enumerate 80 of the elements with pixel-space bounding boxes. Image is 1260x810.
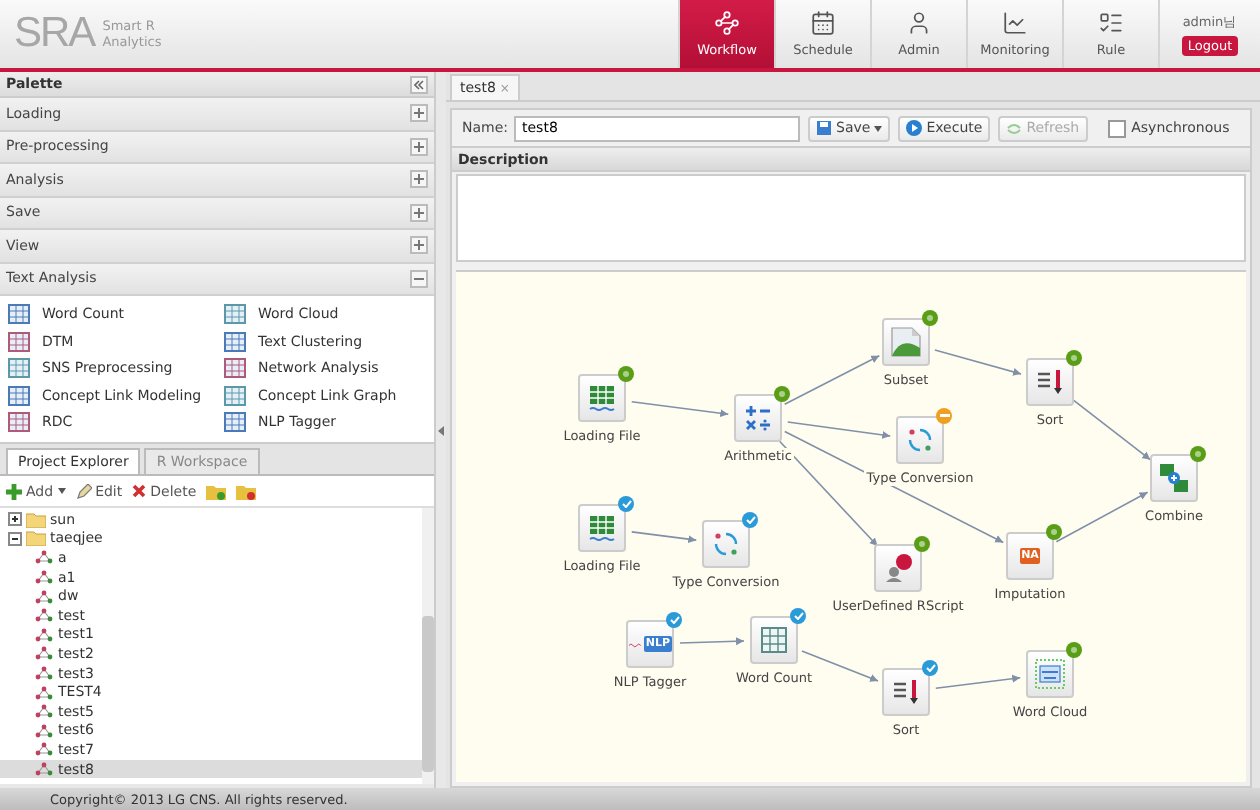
plus-icon <box>414 207 424 218</box>
node-graph-icon <box>34 589 54 604</box>
grid-icon <box>224 358 246 379</box>
plus-icon <box>6 483 22 499</box>
grid-icon <box>8 358 30 379</box>
node-graph-icon <box>34 627 54 642</box>
minus-icon <box>414 273 424 284</box>
close-icon <box>132 484 147 498</box>
grid-icon <box>224 304 246 325</box>
cycle-icon <box>712 530 740 558</box>
expand-toggle[interactable] <box>410 170 428 189</box>
line-chart-icon <box>1002 10 1028 36</box>
arithmetic-icon <box>744 404 772 432</box>
grid-icon <box>8 331 30 352</box>
expand-toggle[interactable] <box>410 236 428 255</box>
floppy-icon <box>816 120 832 136</box>
node-graph-icon <box>34 704 54 719</box>
node-graph-icon <box>34 762 54 777</box>
refresh-icon <box>1006 121 1023 135</box>
connector-arrow <box>630 401 730 418</box>
play-circle-icon <box>906 120 923 136</box>
checkbox[interactable] <box>1107 119 1126 137</box>
node-graph-icon <box>34 550 54 565</box>
node-graph-icon <box>34 685 54 700</box>
grid-icon <box>8 385 30 406</box>
table-plus-icon <box>1158 462 1190 494</box>
expand-toggle[interactable] <box>410 203 428 222</box>
grid-icon <box>8 304 30 325</box>
plus-box-icon[interactable] <box>8 512 22 527</box>
grid-icon <box>224 412 246 433</box>
node-graph-icon <box>34 742 54 757</box>
wave-icon <box>628 639 644 649</box>
caret-icon <box>57 488 66 494</box>
checklist-icon <box>1098 10 1124 36</box>
grid-icon <box>8 412 30 433</box>
image-icon <box>890 326 922 358</box>
expand-toggle[interactable] <box>410 104 428 123</box>
calendar-icon <box>810 10 836 36</box>
collapse-arrow-icon[interactable] <box>438 425 444 435</box>
grid-icon <box>760 626 788 654</box>
expand-toggle[interactable] <box>410 269 428 288</box>
grid-icon <box>224 385 246 406</box>
cycle-icon <box>906 426 934 454</box>
plus-icon <box>414 141 424 152</box>
minus-box-icon[interactable] <box>8 531 22 546</box>
folder-icon <box>236 483 257 499</box>
sort-icon <box>1036 368 1064 396</box>
expand-toggle[interactable] <box>410 137 428 156</box>
grid-icon <box>224 331 246 352</box>
logo: SRA <box>14 10 95 58</box>
caret-icon <box>874 125 883 131</box>
node-graph-icon <box>34 666 54 681</box>
collapse-button[interactable] <box>410 75 428 93</box>
plus-icon <box>414 174 424 185</box>
connector-arrow <box>934 674 1022 690</box>
scrollbar-thumb[interactable] <box>422 616 434 772</box>
folder-add-button[interactable] <box>206 483 227 499</box>
pencil-icon <box>75 483 92 499</box>
node-graph-icon <box>34 646 54 661</box>
connector-arrow <box>630 531 698 544</box>
connector-arrow <box>934 349 1022 376</box>
person-bubble-icon <box>882 552 914 584</box>
folder-delete-button[interactable] <box>236 483 257 499</box>
table-icon <box>588 384 616 412</box>
plus-icon <box>414 240 424 251</box>
connector-arrow <box>679 637 745 646</box>
connector-arrow <box>783 354 881 406</box>
word-cloud-icon <box>1034 658 1066 690</box>
folder-icon <box>206 483 227 499</box>
plus-icon <box>414 108 424 119</box>
sort-icon <box>892 678 920 706</box>
connector-arrow <box>1072 399 1152 461</box>
description-field[interactable] <box>456 174 1246 262</box>
node-graph-icon <box>34 723 54 738</box>
node-graph-icon <box>34 608 54 623</box>
node-graph-icon <box>34 570 54 585</box>
person-icon <box>906 10 932 36</box>
connector-arrow <box>1055 491 1149 543</box>
table-icon <box>588 514 616 542</box>
network-icon <box>714 10 740 36</box>
